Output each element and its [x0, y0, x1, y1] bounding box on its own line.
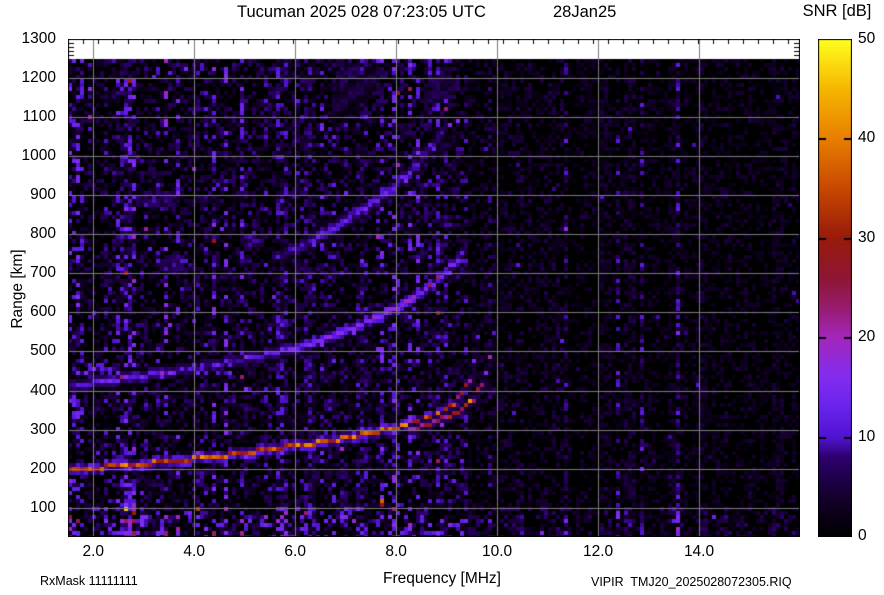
colorbar-tick-label: 50	[858, 30, 876, 47]
y-tick-label: 900	[30, 186, 56, 204]
x-tick-label: 4.0	[183, 543, 205, 560]
colorbar-tick-label: 40	[858, 129, 876, 147]
y-tick-label: 100	[30, 498, 56, 516]
colorbar-tick-label: 10	[858, 427, 876, 445]
y-tick-label: 400	[30, 381, 56, 399]
data-file-label: VIPIR TMJ20_2025028072305.RIQ	[591, 575, 792, 589]
colorbar-tick-label: 30	[858, 228, 876, 246]
x-tick-label: 10.0	[482, 543, 513, 560]
x-axis-label: Frequency [MHz]	[382, 570, 501, 587]
colorbar-tick-label: 0	[858, 527, 867, 544]
x-tick-label: 6.0	[284, 543, 306, 560]
snr-colorbar	[818, 39, 852, 537]
plot-date-label: 28Jan25	[553, 3, 617, 21]
ionogram-heatmap	[68, 39, 800, 537]
y-tick-label: 1200	[21, 69, 56, 87]
x-tick-label: 14.0	[683, 543, 715, 560]
colorbar-tick-label: 20	[858, 328, 876, 346]
x-tick-label: 2.0	[82, 543, 105, 560]
y-tick-label: 700	[30, 264, 56, 282]
y-tick-label: 1100	[22, 108, 56, 126]
y-tick-label: 300	[30, 420, 56, 438]
y-tick-label: 500	[30, 342, 56, 360]
y-tick-label: 1300	[21, 30, 56, 47]
x-tick-label: 8.0	[385, 543, 407, 560]
colorbar-title: SNR [dB]	[802, 2, 872, 20]
y-tick-label: 600	[30, 303, 56, 321]
rx-mask-label: RxMask 11111111	[40, 574, 138, 588]
x-tick-label: 12.0	[582, 543, 614, 560]
ionogram-figure: Tucuman 2025 028 07:23:05 UTC 28Jan25 SN…	[0, 0, 884, 595]
y-tick-label: 800	[30, 225, 56, 243]
y-tick-label: 1000	[21, 147, 56, 165]
y-tick-label: 200	[30, 459, 56, 477]
plot-title: Tucuman 2025 028 07:23:05 UTC	[237, 3, 486, 21]
